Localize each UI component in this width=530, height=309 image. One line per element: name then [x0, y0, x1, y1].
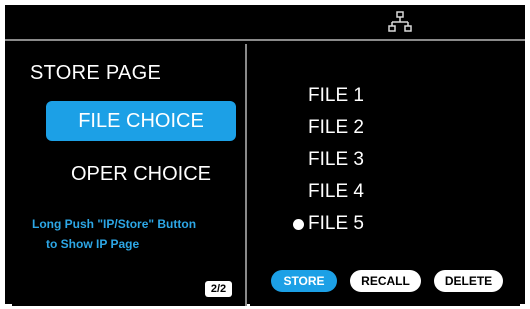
file-list: FILE 1 FILE 2 FILE 3 FILE 4 FILE 5 — [288, 80, 364, 240]
hint-line-1: Long Push "IP/Store" Button — [32, 217, 197, 231]
file-choice-label: FILE CHOICE — [78, 109, 204, 132]
ip-page-hint: Long Push "IP/Store" Button to Show IP P… — [32, 214, 242, 254]
page-indicator: 2/2 — [205, 281, 232, 297]
left-panel: STORE PAGE FILE CHOICE OPER CHOICE Long … — [12, 44, 247, 306]
right-panel: FILE 1 FILE 2 FILE 3 FILE 4 FILE 5 STORE… — [250, 44, 520, 306]
hint-line-2: to Show IP Page — [46, 237, 140, 251]
store-button[interactable]: STORE — [271, 270, 337, 292]
file-item-2[interactable]: FILE 2 — [288, 112, 364, 144]
file-label: FILE 5 — [308, 213, 364, 234]
selected-dot-icon — [293, 219, 304, 230]
device-screen: STORE PAGE FILE CHOICE OPER CHOICE Long … — [5, 5, 525, 306]
file-label: FILE 1 — [308, 85, 364, 106]
file-item-5[interactable]: FILE 5 — [288, 208, 364, 240]
action-buttons: STORE RECALL DELETE — [271, 270, 503, 292]
file-choice-button[interactable]: FILE CHOICE — [46, 101, 236, 141]
delete-button[interactable]: DELETE — [434, 270, 503, 292]
oper-choice-button[interactable]: OPER CHOICE — [46, 154, 236, 194]
header-divider — [5, 39, 525, 41]
file-item-1[interactable]: FILE 1 — [288, 80, 364, 112]
file-item-4[interactable]: FILE 4 — [288, 176, 364, 208]
page-title: STORE PAGE — [30, 62, 162, 84]
top-status-bar — [5, 5, 525, 38]
file-label: FILE 3 — [308, 149, 364, 170]
oper-choice-label: OPER CHOICE — [70, 162, 212, 185]
recall-button[interactable]: RECALL — [350, 270, 421, 292]
file-label: FILE 4 — [308, 181, 364, 202]
file-item-3[interactable]: FILE 3 — [288, 144, 364, 176]
file-label: FILE 2 — [308, 117, 364, 138]
network-icon — [388, 11, 412, 32]
